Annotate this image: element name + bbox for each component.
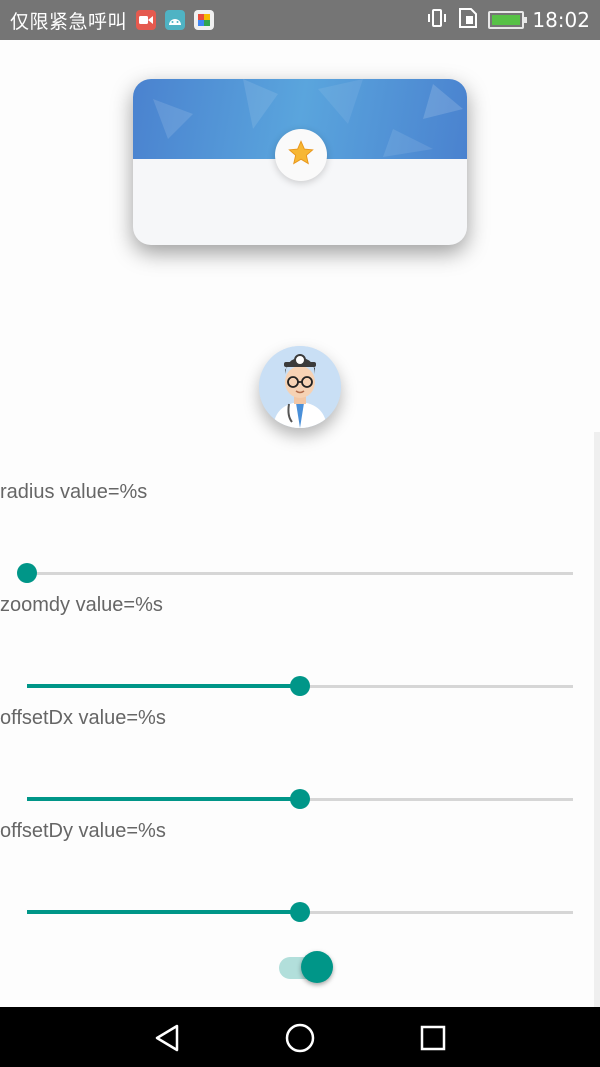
star-badge bbox=[275, 129, 327, 181]
back-icon[interactable] bbox=[150, 1021, 184, 1055]
offsetdy-label: offsetDy value=%s bbox=[0, 820, 166, 842]
doctor-avatar-icon bbox=[259, 346, 341, 428]
photos-icon bbox=[194, 10, 215, 30]
switch-thumb[interactable] bbox=[301, 951, 333, 983]
battery-charging-icon bbox=[488, 11, 528, 29]
offsetdy-slider-thumb[interactable] bbox=[290, 902, 310, 922]
android-icon bbox=[165, 10, 186, 30]
recents-icon[interactable] bbox=[416, 1021, 450, 1055]
status-right-group: 18:02 bbox=[426, 0, 590, 40]
status-bar: 仅限紧急呼叫 18:02 bbox=[0, 0, 600, 40]
home-icon[interactable] bbox=[283, 1021, 317, 1055]
zoomdy-slider-thumb[interactable] bbox=[290, 676, 310, 696]
offsetdx-slider[interactable] bbox=[27, 789, 573, 809]
offsetdx-label: offsetDx value=%s bbox=[0, 707, 166, 729]
vibrate-icon bbox=[426, 8, 448, 32]
navigation-bar bbox=[0, 1007, 600, 1067]
video-camera-icon bbox=[136, 10, 157, 30]
sim-card-icon bbox=[458, 7, 478, 33]
status-time: 18:02 bbox=[532, 8, 590, 32]
offsetdx-slider-thumb[interactable] bbox=[290, 789, 310, 809]
app-screen: 仅限紧急呼叫 18:02 radius value=%s zoomdy valu… bbox=[0, 0, 600, 1067]
scroll-indicator[interactable] bbox=[594, 432, 600, 1007]
radius-slider[interactable] bbox=[17, 563, 573, 583]
offsetdy-slider[interactable] bbox=[27, 902, 573, 922]
shadow-card bbox=[133, 79, 467, 245]
star-icon bbox=[287, 139, 315, 171]
status-text: 仅限紧急呼叫 bbox=[10, 10, 128, 33]
shadow-toggle-switch[interactable] bbox=[279, 950, 335, 986]
radius-label: radius value=%s bbox=[0, 481, 148, 503]
radius-slider-thumb[interactable] bbox=[17, 563, 37, 583]
zoomdy-label: zoomdy value=%s bbox=[0, 594, 163, 616]
zoomdy-slider[interactable] bbox=[27, 676, 573, 696]
